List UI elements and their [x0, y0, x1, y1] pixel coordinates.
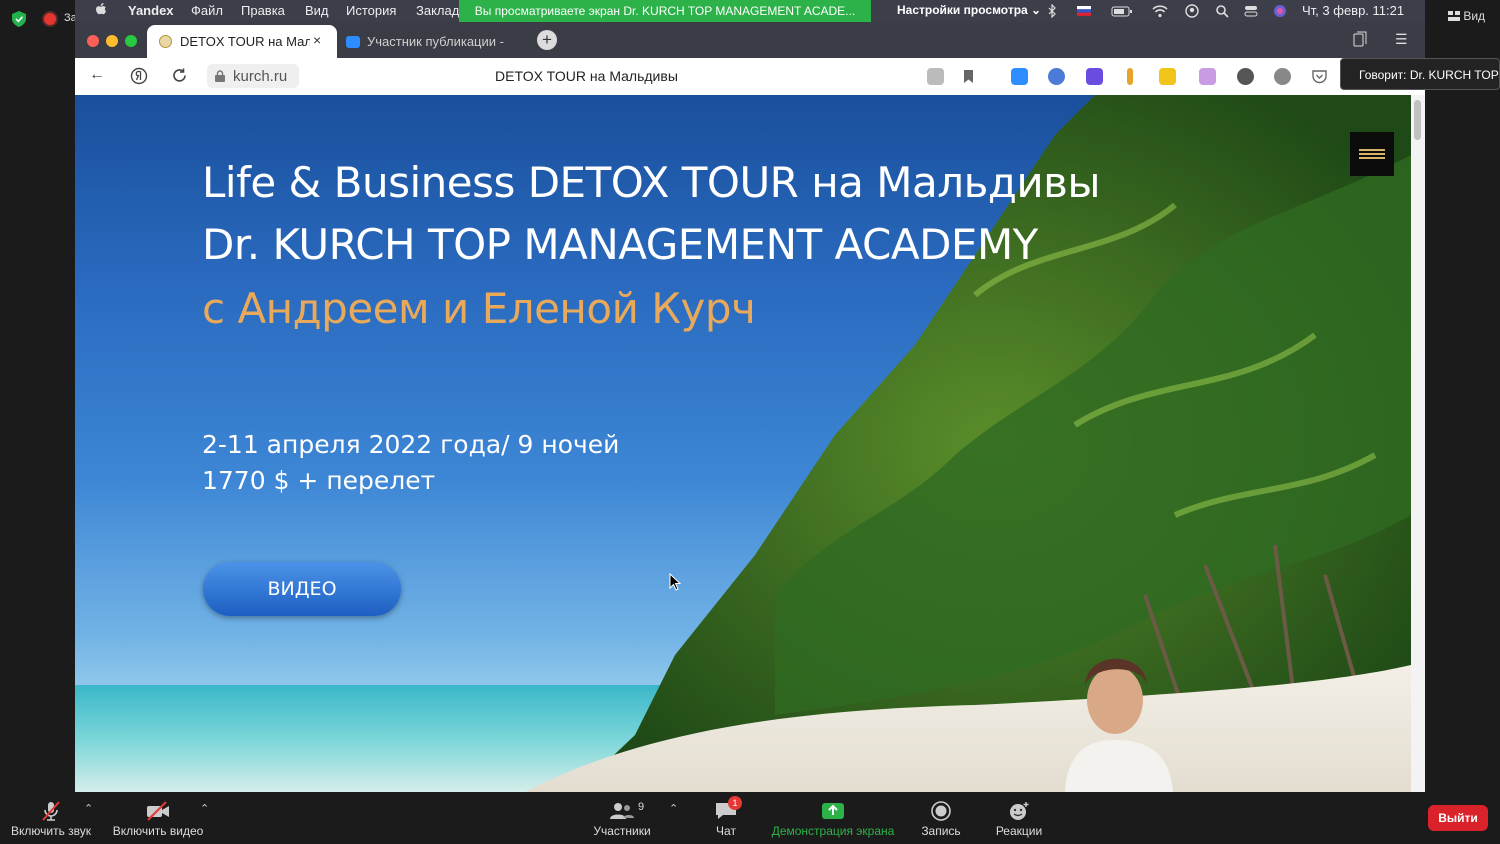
speaking-indicator: Говорит: Dr. KURCH TOP	[1340, 58, 1500, 90]
siri-icon[interactable]	[1273, 4, 1287, 18]
share-screen-icon	[822, 803, 844, 819]
participants-caret-icon[interactable]: ⌃	[669, 802, 678, 815]
reactions-label: Реакции	[995, 824, 1043, 838]
back-icon[interactable]: ←	[89, 66, 105, 84]
start-video-label: Включить видео	[112, 824, 204, 838]
microphone-muted-icon	[42, 801, 60, 821]
control-center-icon[interactable]	[1244, 4, 1258, 18]
zoom-view-button[interactable]: Вид	[1448, 9, 1485, 23]
ghostery-extension-icon[interactable]	[1237, 68, 1254, 85]
video-button[interactable]: ВИДЕО	[203, 562, 401, 616]
page-scrollbar[interactable]	[1411, 95, 1425, 792]
menu-edit[interactable]: Правка	[241, 3, 285, 18]
apple-icon[interactable]	[95, 3, 107, 17]
tab-detox-tour[interactable]: DETOX TOUR на Мальдивы ×	[147, 25, 337, 58]
hamburger-menu-button[interactable]	[1350, 132, 1394, 176]
hero-headline-1: Life & Business DETOX TOUR на Мальдивы	[202, 158, 1101, 207]
user-account-icon[interactable]	[1185, 4, 1199, 18]
zoom-top-left: Запись	[0, 0, 100, 40]
menu-yandex[interactable]: Yandex	[128, 3, 174, 18]
menu-view[interactable]: Вид	[305, 3, 329, 18]
browser-menu-icon[interactable]: ☰	[1395, 31, 1408, 48]
pocket-icon[interactable]	[1311, 68, 1328, 85]
view-label: Вид	[1463, 9, 1486, 23]
bookmarks-panel-icon[interactable]	[1353, 31, 1367, 47]
recording-icon	[44, 13, 56, 25]
leave-meeting-button[interactable]: Выйти	[1428, 805, 1488, 831]
scrollbar-thumb[interactable]	[1414, 100, 1421, 140]
minimize-window-icon[interactable]	[106, 35, 118, 47]
record-button[interactable]: Запись	[914, 800, 968, 838]
screen-extension-icon[interactable]	[1086, 68, 1103, 85]
menu-history[interactable]: История	[346, 3, 396, 18]
audio-options-caret-icon[interactable]: ⌃	[84, 802, 93, 815]
battery-icon[interactable]	[1111, 4, 1133, 18]
mouse-cursor-icon	[669, 573, 681, 591]
share-screen-label: Демонстрация экрана	[771, 824, 895, 838]
view-settings-dropdown[interactable]: Настройки просмотра ⌄	[897, 3, 1041, 17]
browser-tab-bar: DETOX TOUR на Мальдивы × Участник публик…	[75, 22, 1425, 58]
record-icon	[931, 801, 951, 821]
russian-flag-icon[interactable]	[1077, 4, 1091, 18]
unmute-label: Включить звук	[10, 824, 92, 838]
hero-headline-2: Dr. KURCH TOP MANAGEMENT ACADEMY	[202, 220, 1038, 269]
zoom-control-bar: Включить звук ⌃ Включить видео ⌃ Участни…	[0, 792, 1500, 844]
chat-label: Чат	[716, 824, 736, 838]
tab-zoom-participant[interactable]: Участник публикации - Zoom	[343, 25, 515, 58]
tour-dates: 2-11 апреля 2022 года/ 9 ночей	[202, 430, 620, 459]
shield-icon	[12, 11, 26, 27]
reactions-icon	[1010, 802, 1029, 820]
mac-menu-bar: Yandex Файл Правка Вид История Заклад Вы…	[75, 0, 1425, 22]
page-title: DETOX TOUR на Мальдивы	[495, 68, 678, 84]
zoom-extension-icon[interactable]	[1011, 68, 1028, 85]
address-bar: ← kurch.ru DETOX TOUR на Мальдивы	[75, 58, 1425, 95]
participants-button[interactable]: Участники	[590, 800, 654, 838]
search-icon[interactable]	[1215, 4, 1229, 18]
menu-bookmarks[interactable]: Заклад	[416, 3, 459, 18]
yandex-icon[interactable]	[130, 67, 148, 85]
close-window-icon[interactable]	[87, 35, 99, 47]
participants-count: 9	[638, 801, 645, 813]
translate-extension-icon[interactable]	[927, 68, 944, 85]
reactions-button[interactable]: Реакции	[990, 800, 1048, 838]
participants-icon	[610, 803, 634, 819]
bluetooth-icon[interactable]	[1045, 4, 1059, 18]
close-tab-icon[interactable]: ×	[313, 32, 321, 48]
new-tab-button[interactable]: +	[537, 30, 557, 50]
video-options-caret-icon[interactable]: ⌃	[200, 802, 209, 815]
screen-share-banner: Вы просматриваете экран Dr. KURCH TOP MA…	[459, 0, 871, 22]
participants-label: Участники	[593, 824, 651, 838]
wifi-icon[interactable]	[1152, 4, 1168, 18]
video-off-icon	[147, 801, 169, 821]
hero-headline-3: с Андреем и Еленой Курч	[202, 284, 756, 333]
shared-screen-webpage: Life & Business DETOX TOUR на Мальдивы D…	[75, 95, 1411, 792]
bookmark-icon[interactable]	[960, 68, 977, 85]
site-favicon-icon	[159, 35, 172, 48]
url-field[interactable]: kurch.ru	[207, 64, 299, 88]
tab-title: Участник публикации - Zoom	[367, 34, 507, 49]
share-screen-button[interactable]: Демонстрация экрана	[768, 800, 898, 838]
pen-extension-icon[interactable]	[1199, 68, 1216, 85]
shield-extension-icon[interactable]	[1274, 68, 1291, 85]
maximize-window-icon[interactable]	[125, 35, 137, 47]
view-settings-label: Настройки просмотра	[897, 3, 1028, 17]
feather-extension-icon[interactable]	[1048, 68, 1065, 85]
reload-icon[interactable]	[171, 67, 188, 84]
video-participant-overlay	[1065, 658, 1173, 792]
start-video-button[interactable]: Включить видео	[110, 800, 206, 838]
clock[interactable]: Чт, 3 февр. 11:21	[1302, 3, 1404, 18]
zoom-favicon-icon	[346, 36, 360, 48]
tour-price: 1770 $ + перелет	[202, 466, 436, 495]
tab-title: DETOX TOUR на Мальдивы	[180, 34, 310, 49]
tampermonkey-extension-icon[interactable]	[1159, 68, 1176, 85]
url-text: kurch.ru	[233, 68, 288, 85]
chat-unread-badge: 1	[728, 796, 742, 810]
record-label: Запись	[921, 824, 961, 838]
info-extension-icon[interactable]	[1127, 68, 1133, 85]
unmute-button[interactable]: Включить звук	[8, 800, 94, 838]
view-grid-icon	[1448, 11, 1460, 21]
menu-file[interactable]: Файл	[191, 3, 223, 18]
lock-icon	[215, 70, 225, 82]
